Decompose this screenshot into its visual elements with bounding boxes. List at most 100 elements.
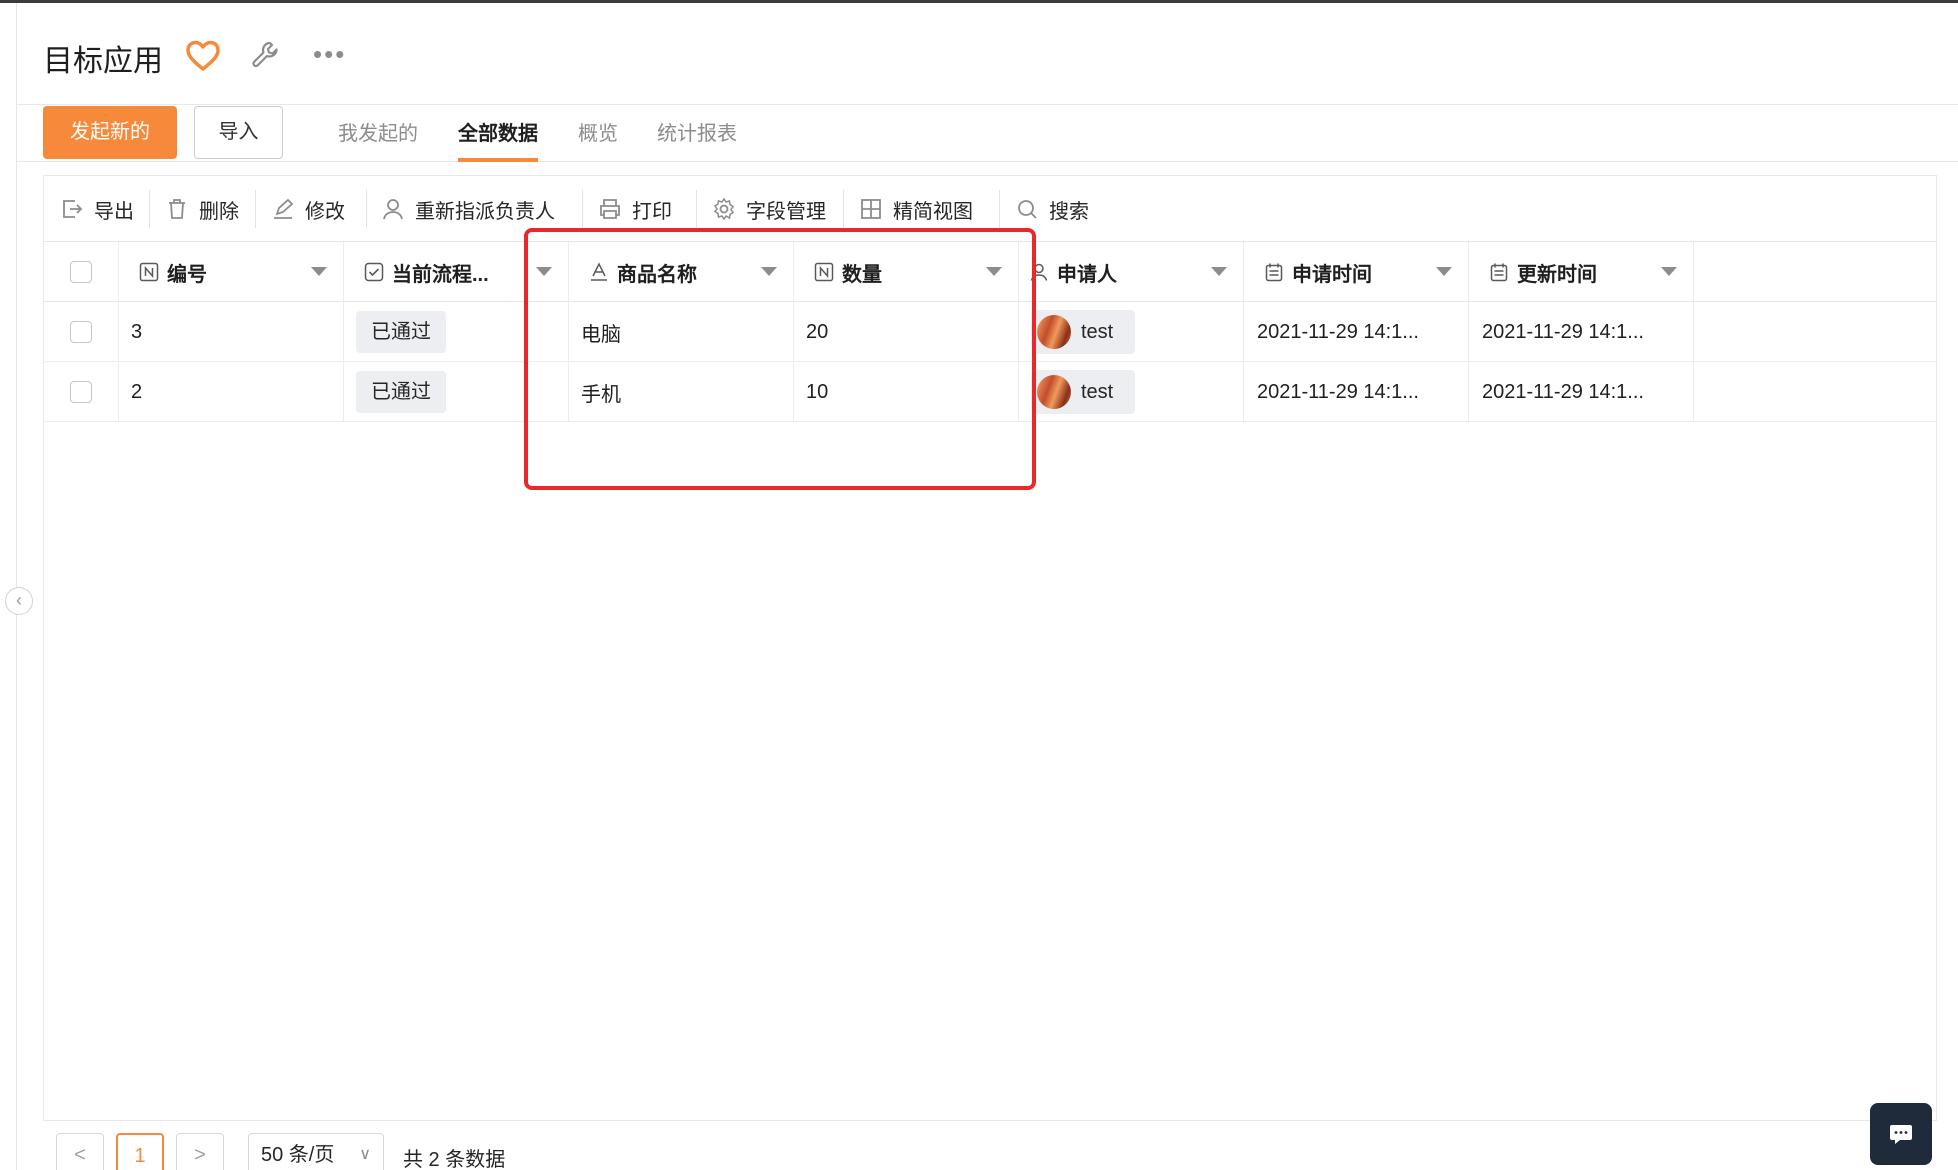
app-header: 目标应用 ••• [17,3,1958,105]
column-header-applicant[interactable]: 申请人 [1019,242,1244,302]
column-menu-caret-icon[interactable] [986,267,1002,276]
edit-label: 修改 [305,200,345,223]
checkbox-field-icon [364,262,384,282]
user-chip[interactable]: test [1031,370,1136,414]
page-title: 目标应用 [43,45,163,78]
row-checkbox[interactable] [70,321,92,343]
table-row[interactable]: 3 已通过 电脑 20 test 2021-11-29 14:1... 2021… [44,302,1936,362]
cell-updated-at: 2021-11-29 14:1... [1469,362,1694,422]
trash-icon [169,199,185,219]
gear-icon [713,197,735,221]
tab-overview[interactable]: 概览 [578,117,618,162]
data-panel: 导出 删除 修改 重新指派负责人 打印 字段管理 精简视图 搜索 编号 当前流程… [43,175,1937,1170]
table-row[interactable]: 2 已通过 手机 10 test 2021-11-29 14:1... 2021… [44,362,1936,422]
heart-icon[interactable] [185,39,221,73]
cell-applicant: test [1019,362,1244,422]
reassign-button[interactable]: 重新指派负责人 [381,193,555,225]
export-icon [63,200,83,218]
column-header-id[interactable]: 编号 [119,242,344,302]
edit-button[interactable]: 修改 [271,193,345,225]
page-size-value: 50 条/页 [261,1144,335,1166]
total-count: 共 2 条数据 [403,1149,506,1170]
column-menu-caret-icon[interactable] [1661,267,1677,276]
select-all-cell [44,242,119,302]
prev-page-button[interactable]: < [56,1133,104,1170]
column-header-status[interactable]: 当前流程... [344,242,569,302]
compact-view-label: 精简视图 [893,200,973,223]
date-field-icon [1265,263,1283,282]
toolbar-divider [149,190,150,228]
status-badge: 已通过 [356,371,446,413]
page-number-button[interactable]: 1 [116,1133,164,1170]
column-header-quantity[interactable]: 数量 [794,242,1019,302]
cell-id: 2 [119,362,344,422]
select-all-checkbox[interactable] [70,261,92,283]
next-page-button[interactable]: > [176,1133,224,1170]
tab-all-data[interactable]: 全部数据 [458,117,538,162]
cell-quantity: 10 [794,362,1019,422]
column-label: 数量 [842,263,882,286]
import-button[interactable]: 导入 [194,106,283,159]
toolbar-divider [366,190,367,228]
cell-status: 已通过 [344,362,569,422]
field-management-button[interactable]: 字段管理 [712,193,826,225]
cell-applied-at: 2021-11-29 14:1... [1244,302,1469,362]
column-menu-caret-icon[interactable] [536,267,552,276]
tab-reports[interactable]: 统计报表 [657,117,737,162]
tab-my-started[interactable]: 我发起的 [338,117,418,162]
column-menu-caret-icon[interactable] [311,267,327,276]
column-label: 商品名称 [617,263,697,286]
cell-status: 已通过 [344,302,569,362]
user-field-icon [1030,263,1048,281]
delete-button[interactable]: 删除 [165,193,239,225]
toolbar-divider [843,190,844,228]
column-label: 申请时间 [1292,263,1372,286]
date-field-icon [1490,263,1508,282]
toolbar-divider [255,190,256,228]
collapse-sidebar-button[interactable]: ‹ [5,587,33,615]
column-menu-caret-icon[interactable] [761,267,777,276]
avatar [1037,315,1071,349]
number-field-icon [139,262,159,282]
cell-product: 电脑 [569,302,794,362]
chat-button[interactable] [1870,1103,1932,1165]
compact-view-button[interactable]: 精简视图 [859,193,973,225]
search-button[interactable]: 搜索 [1015,193,1089,225]
toolbar-divider [582,190,583,228]
export-button[interactable]: 导出 [60,193,134,225]
new-button[interactable]: 发起新的 [43,106,177,159]
export-label: 导出 [94,200,134,223]
column-menu-caret-icon[interactable] [1211,267,1227,276]
wrench-icon[interactable] [249,39,281,71]
toolbar-divider [696,190,697,228]
toolbar-divider [999,190,1000,228]
text-field-icon [591,262,607,281]
column-menu-caret-icon[interactable] [1436,267,1452,276]
user-icon [383,199,403,220]
edit-icon [274,198,294,219]
user-chip[interactable]: test [1031,310,1136,354]
number-field-icon [814,262,834,282]
cell-quantity: 20 [794,302,1019,362]
page-size-select[interactable]: 50 条/页 ∨ [248,1133,384,1170]
user-name: test [1081,320,1114,343]
chat-icon [1890,1125,1912,1144]
printer-icon [600,199,620,219]
more-icon[interactable]: ••• [313,39,353,69]
cell-product: 手机 [569,362,794,422]
row-checkbox[interactable] [70,381,92,403]
reassign-label: 重新指派负责人 [415,200,555,223]
delete-label: 删除 [199,200,239,223]
print-button[interactable]: 打印 [598,193,672,225]
avatar [1037,375,1071,409]
table-toolbar: 导出 删除 修改 重新指派负责人 打印 字段管理 精简视图 搜索 [44,176,1936,242]
grid-icon [861,199,881,219]
column-header-product[interactable]: 商品名称 [569,242,794,302]
field-management-label: 字段管理 [746,200,826,223]
pagination: < 1 > 50 条/页 ∨ 共 2 条数据 [43,1120,1937,1170]
column-label: 申请人 [1057,263,1117,286]
column-header-updated-at[interactable]: 更新时间 [1469,242,1694,302]
column-header-applied-at[interactable]: 申请时间 [1244,242,1469,302]
cell-applied-at: 2021-11-29 14:1... [1244,362,1469,422]
action-bar: 发起新的 导入 我发起的 全部数据 概览 统计报表 [17,105,1958,162]
